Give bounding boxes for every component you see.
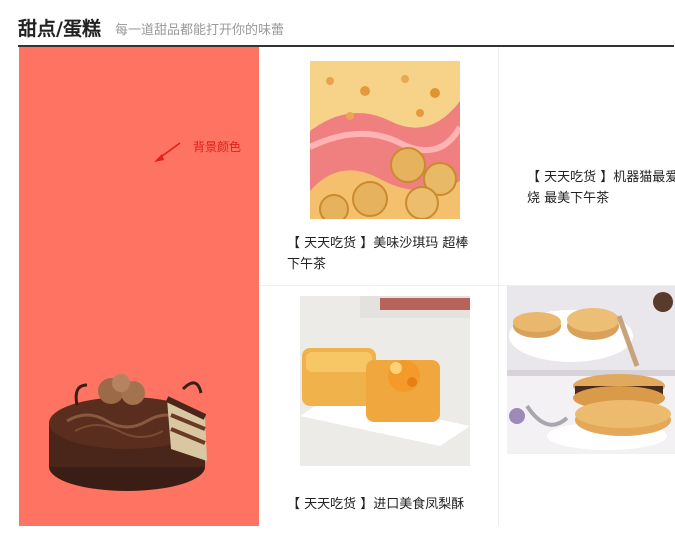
- product-card[interactable]: 【 天天吃货 】机器猫最爱 铜锣烧 最美下午茶: [499, 47, 675, 286]
- arrow-icon: [154, 142, 181, 162]
- product-card[interactable]: [499, 286, 675, 526]
- pineapple-cake-image: [300, 296, 470, 466]
- product-name[interactable]: 【 天天吃货 】机器猫最爱 铜锣烧 最美下午茶: [527, 167, 675, 209]
- promo-note: 背景颜色: [193, 140, 242, 154]
- product-name[interactable]: 【 天天吃货 】进口美食凤梨酥: [287, 494, 487, 515]
- dorayaki-image: [507, 286, 675, 454]
- sachima-image: [310, 61, 460, 219]
- section-header: 甜点/蛋糕 每一道甜品都能打开你的味蕾: [18, 12, 674, 47]
- section-title: 甜点/蛋糕: [18, 18, 101, 40]
- section-subtitle: 每一道甜品都能打开你的味蕾: [115, 23, 285, 38]
- promo-banner[interactable]: 背景颜色: [19, 47, 259, 526]
- product-name[interactable]: 【 天天吃货 】美味沙琪玛 超棒下午茶: [287, 233, 477, 275]
- product-card[interactable]: 【 天天吃货 】美味沙琪玛 超棒下午茶: [260, 47, 499, 286]
- product-card[interactable]: 【 天天吃货 】进口美食凤梨酥: [260, 286, 499, 526]
- chocolate-cake-image: [49, 374, 207, 491]
